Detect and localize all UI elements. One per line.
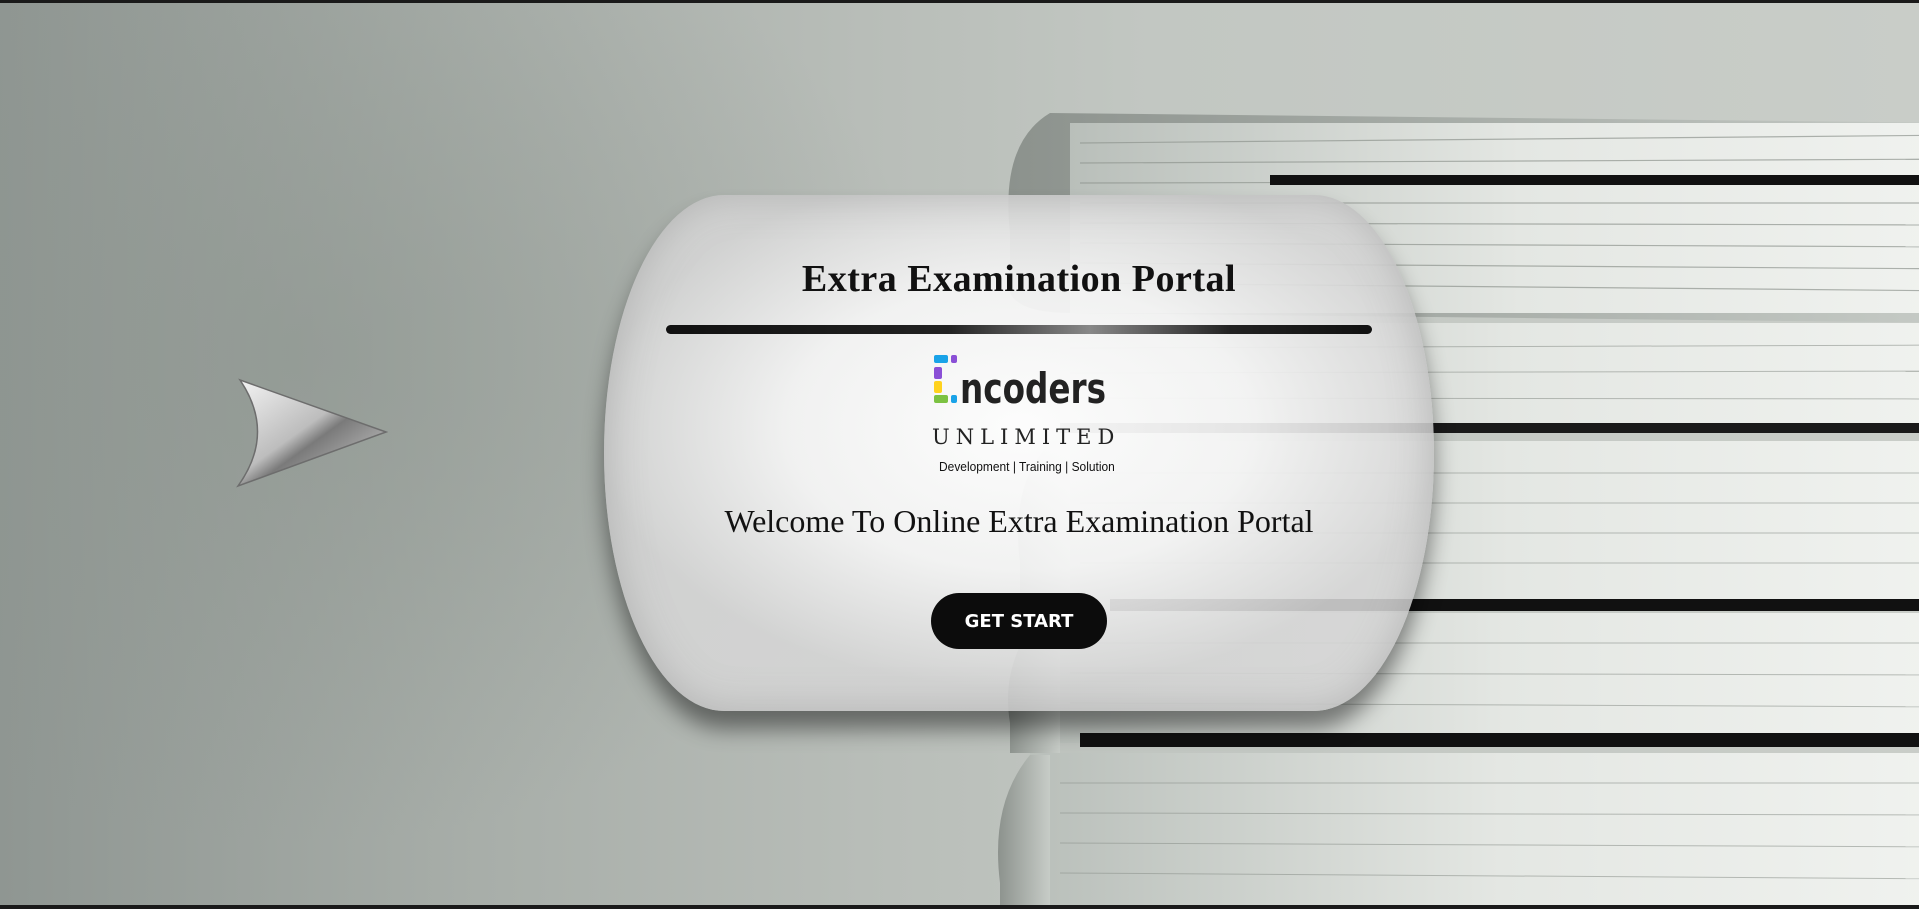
get-start-button[interactable]: GET START bbox=[931, 593, 1107, 649]
svg-text:ncoders: ncoders bbox=[960, 364, 1106, 413]
encoders-logo: ncoders UNLIMITED Development | Training… bbox=[932, 353, 1121, 485]
encoders-wordmark: ncoders bbox=[934, 355, 1106, 413]
logo-subtitle: UNLIMITED bbox=[932, 425, 1121, 449]
welcome-message: Welcome To Online Extra Examination Port… bbox=[724, 503, 1314, 539]
page-title: Extra Examination Portal bbox=[801, 258, 1237, 300]
welcome-card: Extra Examination Portal ncoders UNLIMIT… bbox=[604, 195, 1434, 711]
logo-tagline: Development | Training | Solution bbox=[939, 459, 1115, 474]
title-divider bbox=[666, 325, 1372, 334]
page-background: Extra Examination Portal ncoders UNLIMIT… bbox=[0, 3, 1919, 905]
right-arrow-icon[interactable] bbox=[235, 378, 389, 488]
